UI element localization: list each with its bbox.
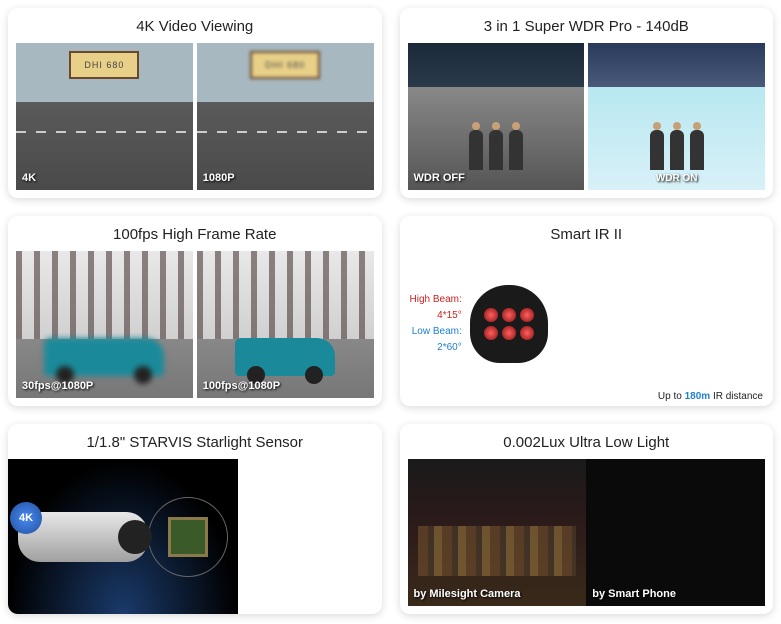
card-title: 1/1.8" STARVIS Starlight Sensor bbox=[8, 424, 382, 459]
license-plate: DHI 680 bbox=[69, 51, 139, 79]
card-low-light: 0.002Lux Ultra Low Light by Milesight Ca… bbox=[400, 424, 774, 614]
comparison-left: WDR OFF bbox=[408, 43, 585, 190]
card-title: 100fps High Frame Rate bbox=[8, 216, 382, 251]
label-4k: 4K bbox=[22, 172, 36, 184]
card-body: by Milesight Camera by Smart Phone bbox=[400, 459, 774, 614]
comparison-right: 100fps@1080P bbox=[197, 251, 374, 398]
high-beam-label: High Beam: bbox=[410, 292, 462, 308]
card-title: 4K Video Viewing bbox=[8, 8, 382, 43]
car-30fps bbox=[16, 251, 193, 398]
card-wdr: 3 in 1 Super WDR Pro - 140dB WDR OFF WDR… bbox=[400, 8, 774, 198]
starvis-scene: 4K bbox=[8, 459, 238, 614]
lobby-wdr-off bbox=[408, 43, 585, 190]
road-lines bbox=[16, 131, 193, 133]
label-100fps: 100fps@1080P bbox=[203, 380, 280, 392]
low-beam-value: 2*60° bbox=[410, 340, 462, 356]
car-100fps bbox=[197, 251, 374, 398]
bullet-camera-icon: 4K bbox=[18, 512, 148, 562]
label-1080p: 1080P bbox=[203, 172, 235, 184]
shop-smartphone bbox=[586, 459, 765, 606]
trees bbox=[16, 251, 193, 339]
feature-grid: 4K Video Viewing DHI 680 4K DHI 680 1080… bbox=[8, 8, 773, 614]
card-body: WDR OFF WDR ON bbox=[400, 43, 774, 198]
shop-milesight bbox=[408, 459, 587, 606]
road-lines bbox=[197, 131, 374, 133]
label-wdr-off: WDR OFF bbox=[414, 172, 465, 184]
high-beam-value: 4*15° bbox=[410, 308, 462, 324]
comparison-right: WDR ON bbox=[588, 43, 765, 190]
card-4k-video: 4K Video Viewing DHI 680 4K DHI 680 1080… bbox=[8, 8, 382, 198]
road-scene-1080p: DHI 680 bbox=[197, 43, 374, 190]
comparison-left: by Milesight Camera bbox=[408, 459, 587, 606]
beam-labels: High Beam: 4*15° Low Beam: 2*60° bbox=[410, 292, 462, 356]
card-title: Smart IR II bbox=[400, 216, 774, 251]
label-wdr-on: WDR ON bbox=[656, 173, 698, 184]
comparison-left: 30fps@1080P bbox=[16, 251, 193, 398]
car-blurry bbox=[44, 338, 164, 376]
card-body: 30fps@1080P 100fps@1080P bbox=[8, 251, 382, 406]
card-body: DHI 680 4K DHI 680 1080P bbox=[8, 43, 382, 198]
card-title: 0.002Lux Ultra Low Light bbox=[400, 424, 774, 459]
label-milesight: by Milesight Camera bbox=[414, 588, 521, 600]
road-scene-4k: DHI 680 bbox=[16, 43, 193, 190]
4k-badge-icon: 4K bbox=[10, 502, 42, 534]
low-beam-label: Low Beam: bbox=[410, 324, 462, 340]
lobby-wdr-on bbox=[588, 43, 765, 190]
card-title: 3 in 1 Super WDR Pro - 140dB bbox=[400, 8, 774, 43]
card-body: 4K bbox=[8, 459, 382, 614]
people-silhouettes bbox=[469, 130, 523, 170]
ir-camera-icon bbox=[470, 285, 548, 363]
comparison-right: by Smart Phone bbox=[586, 459, 765, 606]
card-smart-ir: Smart IR II High Beam: 4*15° Low Beam: 2… bbox=[400, 216, 774, 406]
sensor-icon bbox=[148, 497, 228, 577]
trees bbox=[197, 251, 374, 339]
card-body: High Beam: 4*15° Low Beam: 2*60° Up to 1… bbox=[400, 251, 774, 406]
ir-night-scenes bbox=[556, 322, 763, 326]
people-silhouettes bbox=[650, 130, 704, 170]
comparison-right: DHI 680 1080P bbox=[197, 43, 374, 190]
label-smartphone: by Smart Phone bbox=[592, 588, 676, 600]
license-plate-blurry: DHI 680 bbox=[250, 51, 320, 79]
comparison-left: DHI 680 4K bbox=[16, 43, 193, 190]
sensor-chip-icon bbox=[168, 517, 208, 557]
label-30fps: 30fps@1080P bbox=[22, 380, 93, 392]
car-sharp bbox=[235, 338, 335, 376]
card-starvis: 1/1.8" STARVIS Starlight Sensor 4K bbox=[8, 424, 382, 614]
shelf-items bbox=[418, 526, 577, 576]
card-100fps: 100fps High Frame Rate 30fps@1080P 100fp… bbox=[8, 216, 382, 406]
ir-distance-caption: Up to 180m IR distance bbox=[658, 391, 763, 402]
